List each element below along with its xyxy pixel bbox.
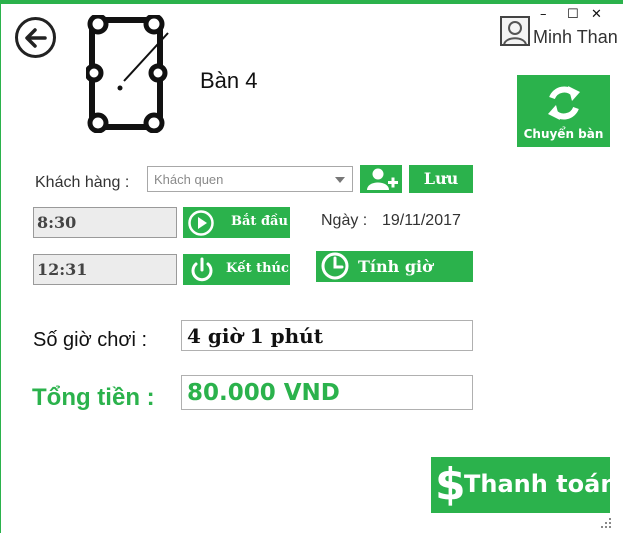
maximize-button[interactable]: ☐ [567, 8, 579, 21]
minimize-button[interactable]: – [540, 8, 547, 21]
back-button[interactable] [15, 17, 56, 58]
total-amount-field[interactable]: 80.000 VND [181, 375, 473, 410]
start-time-field[interactable]: 8:30 [33, 207, 177, 238]
hours-played-label: Số giờ chơi : [33, 329, 148, 351]
end-time-field[interactable]: 12:31 [33, 254, 177, 285]
end-button[interactable]: Kết thúc [183, 254, 290, 285]
add-user-icon [367, 168, 398, 190]
play-circle-icon [188, 210, 214, 236]
clock-icon [321, 252, 349, 280]
end-button-label: Kết thúc [226, 261, 289, 276]
dollar-icon: $ [435, 459, 466, 510]
calculate-time-button[interactable]: Tính giờ [316, 251, 473, 282]
window-top-border [0, 0, 623, 4]
add-customer-button[interactable] [360, 165, 402, 193]
payment-button[interactable]: $ Thanh toán [431, 457, 617, 513]
start-button[interactable]: Bắt đầu [183, 207, 290, 238]
user-avatar-icon [500, 16, 530, 46]
payment-button-label: Thanh toán [464, 470, 618, 498]
power-icon [191, 257, 213, 282]
arrow-left-icon [25, 28, 47, 48]
transfer-table-button[interactable]: Chuyển bàn [517, 75, 610, 147]
window-left-border [0, 0, 1, 533]
date-label: Ngày : [321, 212, 368, 229]
resize-grip[interactable] [601, 518, 613, 530]
table-name: Bàn 4 [200, 68, 258, 93]
calculate-time-label: Tính giờ [358, 257, 433, 276]
save-button[interactable]: Lưu [409, 165, 473, 193]
close-button[interactable]: ✕ [591, 8, 602, 21]
hours-played-field[interactable]: 4 giờ 1 phút [181, 320, 473, 351]
chevron-down-icon [335, 177, 345, 183]
start-button-label: Bắt đầu [231, 214, 288, 229]
customer-label: Khách hàng : [35, 174, 130, 191]
date-value: 19/11/2017 [382, 212, 461, 229]
transfer-table-label: Chuyển bàn [523, 127, 604, 141]
sync-arrows-icon [548, 86, 580, 120]
total-amount-label: Tổng tiền : [32, 384, 155, 411]
billiard-table-icon [86, 15, 169, 133]
user-name: Minh Than [533, 27, 618, 47]
customer-select-value: Khách quen [154, 172, 224, 187]
customer-select[interactable]: Khách quen [147, 166, 353, 192]
